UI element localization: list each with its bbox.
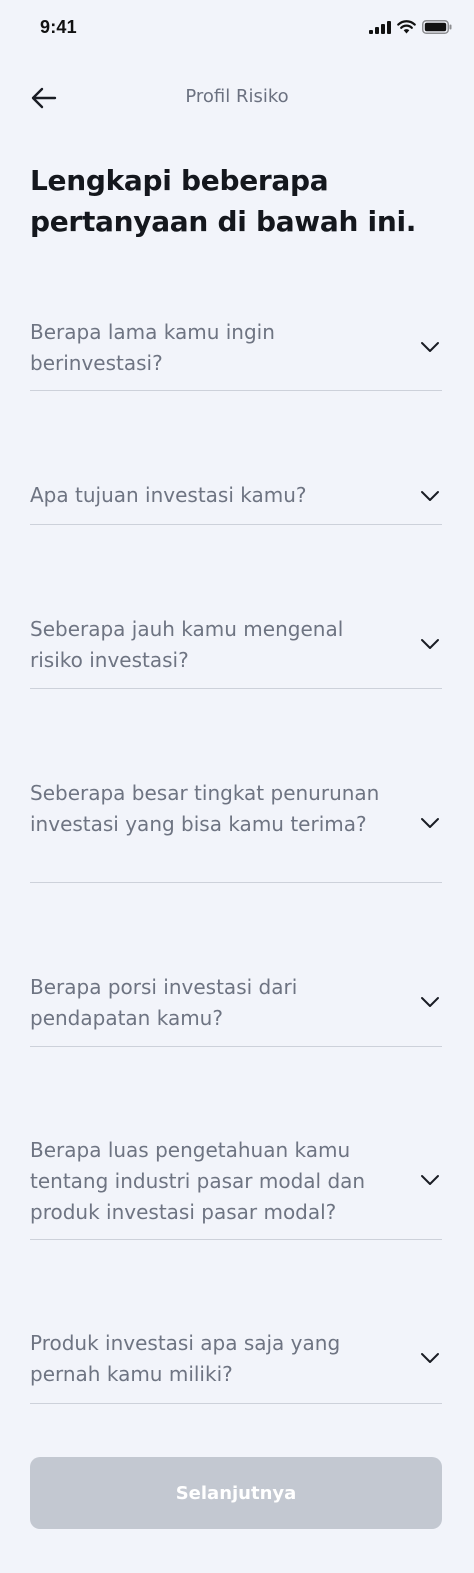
question-investment-duration[interactable]: Berapa lama kamu ingin berinvestasi? [30, 300, 442, 391]
status-icons [369, 20, 452, 34]
wifi-icon [397, 20, 416, 34]
question-loss-tolerance[interactable]: Seberapa besar tingkat penurunan investa… [30, 765, 442, 883]
status-time: 9:41 [40, 17, 77, 37]
battery-icon [422, 20, 452, 34]
question-investment-goal[interactable]: Apa tujuan investasi kamu? [30, 470, 442, 525]
chevron-down-icon [421, 491, 439, 501]
page-title: Profil Risiko [185, 86, 289, 107]
question-label: Berapa porsi investasi dari pendapatan k… [30, 975, 298, 1030]
question-label: Berapa lama kamu ingin berinvestasi? [30, 320, 275, 375]
headline: Lengkapi beberapa pertanyaan di bawah in… [30, 164, 417, 238]
question-market-knowledge[interactable]: Berapa luas pengetahuan kamu tentang ind… [30, 1123, 442, 1240]
chevron-down-icon [421, 997, 439, 1007]
signal-icon [369, 20, 391, 34]
question-label: Seberapa besar tingkat penurunan investa… [30, 781, 380, 836]
question-label: Apa tujuan investasi kamu? [30, 483, 307, 507]
question-income-portion[interactable]: Berapa porsi investasi dari pendapatan k… [30, 960, 442, 1047]
next-button[interactable]: Selanjutnya [30, 1457, 442, 1529]
chevron-down-icon [421, 639, 439, 649]
chevron-down-icon [421, 1353, 439, 1363]
question-risk-knowledge[interactable]: Seberapa jauh kamu mengenal risiko inves… [30, 600, 442, 689]
status-bar: 9:41 [0, 0, 474, 56]
chevron-down-icon [421, 342, 439, 352]
question-label: Berapa luas pengetahuan kamu tentang ind… [30, 1138, 366, 1224]
chevron-down-icon [421, 1175, 439, 1185]
chevron-down-icon [421, 818, 439, 828]
question-label: Seberapa jauh kamu mengenal risiko inves… [30, 617, 344, 672]
question-label: Produk investasi apa saja yang pernah ka… [30, 1331, 341, 1386]
question-owned-products[interactable]: Produk investasi apa saja yang pernah ka… [30, 1318, 442, 1404]
